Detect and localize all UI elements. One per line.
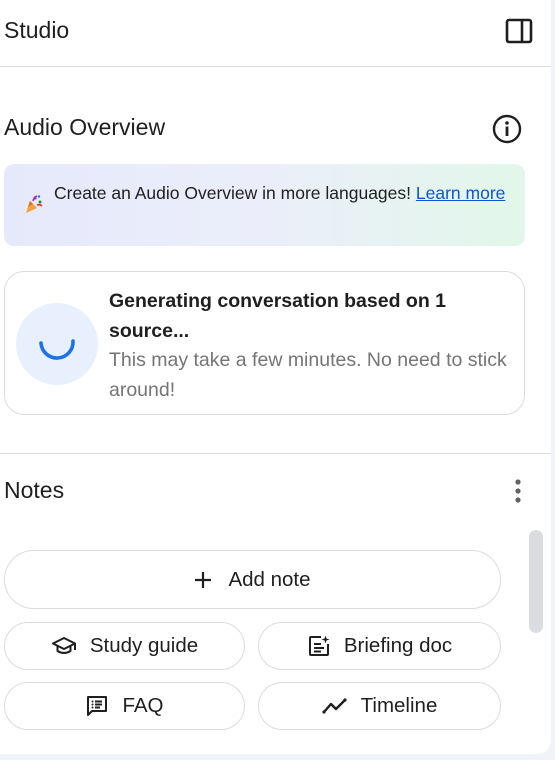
side-panel-icon (505, 18, 533, 44)
audio-overview-title: Audio Overview (4, 114, 166, 140)
languages-banner: Create an Audio Overview in more languag… (4, 164, 525, 246)
more-vert-icon (515, 479, 521, 503)
timeline-label: Timeline (360, 694, 438, 717)
loading-spinner (16, 303, 98, 385)
timeline-button[interactable]: Timeline (258, 682, 501, 730)
learn-more-link[interactable]: Learn more (416, 183, 506, 203)
plus-icon (195, 571, 212, 588)
generating-title: Generating conversation based on 1 sourc… (109, 290, 447, 342)
loading-spinner-icon (39, 339, 75, 360)
study-guide-button[interactable]: Study guide (4, 622, 245, 670)
studio-header: Studio (0, 0, 551, 67)
school-cap-icon (51, 637, 76, 654)
info-icon (492, 114, 522, 144)
scrollbar-thumb[interactable] (529, 530, 543, 633)
studio-title: Studio (4, 17, 70, 43)
faq-button[interactable]: FAQ (4, 682, 245, 730)
studio-panel: Studio Audio Overview Create an Audio Ov… (0, 0, 551, 754)
study-guide-label: Study guide (89, 634, 199, 657)
faq-label: FAQ (122, 694, 164, 717)
generating-subtitle: This may take a few minutes. No need to … (109, 349, 507, 401)
add-note-button[interactable]: Add note (4, 550, 501, 609)
party-popper-icon (26, 195, 43, 213)
audio-overview-info-button[interactable] (490, 112, 524, 146)
side-panel-toggle-button[interactable] (502, 15, 536, 47)
banner-text: Create an Audio Overview in more languag… (54, 181, 514, 205)
section-divider (0, 453, 551, 454)
briefing-doc-label: Briefing doc (343, 634, 453, 657)
notes-title: Notes (4, 477, 65, 503)
banner-message: Create an Audio Overview in more languag… (54, 183, 412, 203)
generating-card: Generating conversation based on 1 sourc… (4, 271, 525, 415)
notes-more-button[interactable] (507, 474, 529, 508)
briefing-doc-icon (308, 635, 330, 656)
add-note-label: Add note (228, 567, 311, 591)
briefing-doc-button[interactable]: Briefing doc (258, 622, 501, 670)
timeline-icon (322, 698, 347, 714)
faq-icon (87, 696, 108, 716)
